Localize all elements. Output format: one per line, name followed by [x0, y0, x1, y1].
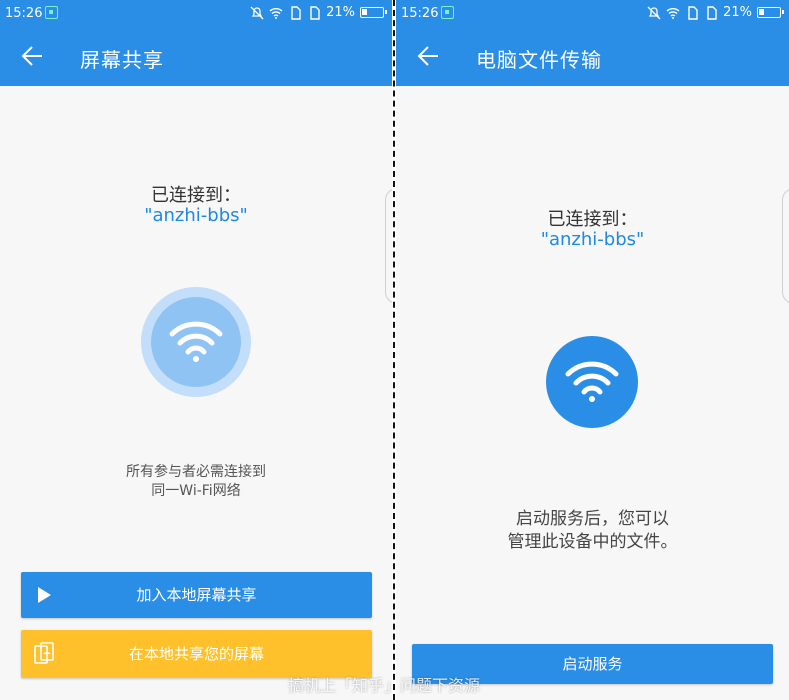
- share-my-screen-label: 在本地共享您的屏幕: [128, 645, 264, 663]
- wifi-icon: [565, 361, 619, 402]
- status-bar: 15:26 21%: [0, 0, 392, 28]
- app-bar: 屏幕共享: [0, 28, 392, 86]
- bell-off-icon: [647, 6, 661, 19]
- edge-handle[interactable]: [782, 188, 789, 304]
- wifi-hint: 所有参与者必需连接到 同一Wi-Fi网络: [0, 463, 392, 501]
- share-my-screen-button[interactable]: 在本地共享您的屏幕: [21, 630, 372, 678]
- service-hint-line2: 管理此设备中的文件。: [507, 532, 678, 552]
- status-time: 15:26: [5, 6, 43, 21]
- sim-icon: [707, 5, 717, 20]
- connected-label: 已连接到：: [547, 209, 638, 230]
- watermark: 搞机上「知乎」问题下资源: [288, 676, 481, 695]
- connected-label: 已连接到：: [151, 185, 241, 206]
- battery-percent: 21%: [326, 5, 355, 20]
- back-arrow-icon[interactable]: [18, 43, 44, 69]
- wifi-icon: [269, 7, 283, 19]
- join-screen-share-label: 加入本地屏幕共享: [136, 586, 257, 604]
- wifi-hint-line2: 同一Wi-Fi网络: [151, 483, 241, 499]
- sim-icon: [310, 5, 320, 20]
- wifi-hint-line1: 所有参与者必需连接到: [126, 464, 266, 480]
- screenshot-icon: [441, 6, 454, 19]
- sim-icon: [688, 5, 698, 20]
- screenshot-icon: [45, 6, 58, 19]
- bell-off-icon: [250, 6, 264, 19]
- pc-file-transfer-screen: 15:26 21% 电脑文件传输 已连接到： "anzhi-bbs" 启动服务后…: [396, 0, 789, 700]
- status-bar: 15:26 21%: [396, 0, 789, 28]
- edge-handle[interactable]: [385, 188, 392, 304]
- play-icon: [38, 587, 51, 603]
- battery-icon: [757, 7, 784, 18]
- battery-percent: 21%: [723, 5, 752, 20]
- page-title: 屏幕共享: [80, 48, 164, 72]
- wifi-icon: [169, 321, 223, 362]
- service-hint: 启动服务后，您可以 管理此设备中的文件。: [396, 508, 789, 554]
- share-screen-icon: [34, 642, 54, 664]
- status-time: 15:26: [401, 6, 439, 21]
- battery-icon: [360, 7, 387, 18]
- connected-ssid: "anzhi-bbs": [144, 205, 248, 226]
- join-screen-share-button[interactable]: 加入本地屏幕共享: [21, 572, 372, 618]
- page-title: 电脑文件传输: [476, 48, 602, 72]
- sim-icon: [291, 5, 301, 20]
- screen-share-screen: 15:26 21% 屏幕共享 已连接到： "anzhi-bbs" 所有参与者必需…: [0, 0, 392, 700]
- connected-ssid: "anzhi-bbs": [540, 229, 645, 250]
- wifi-icon: [666, 7, 680, 19]
- service-hint-line1: 启动服务后，您可以: [516, 509, 669, 529]
- app-bar: 电脑文件传输: [396, 28, 789, 86]
- back-arrow-icon[interactable]: [414, 43, 440, 69]
